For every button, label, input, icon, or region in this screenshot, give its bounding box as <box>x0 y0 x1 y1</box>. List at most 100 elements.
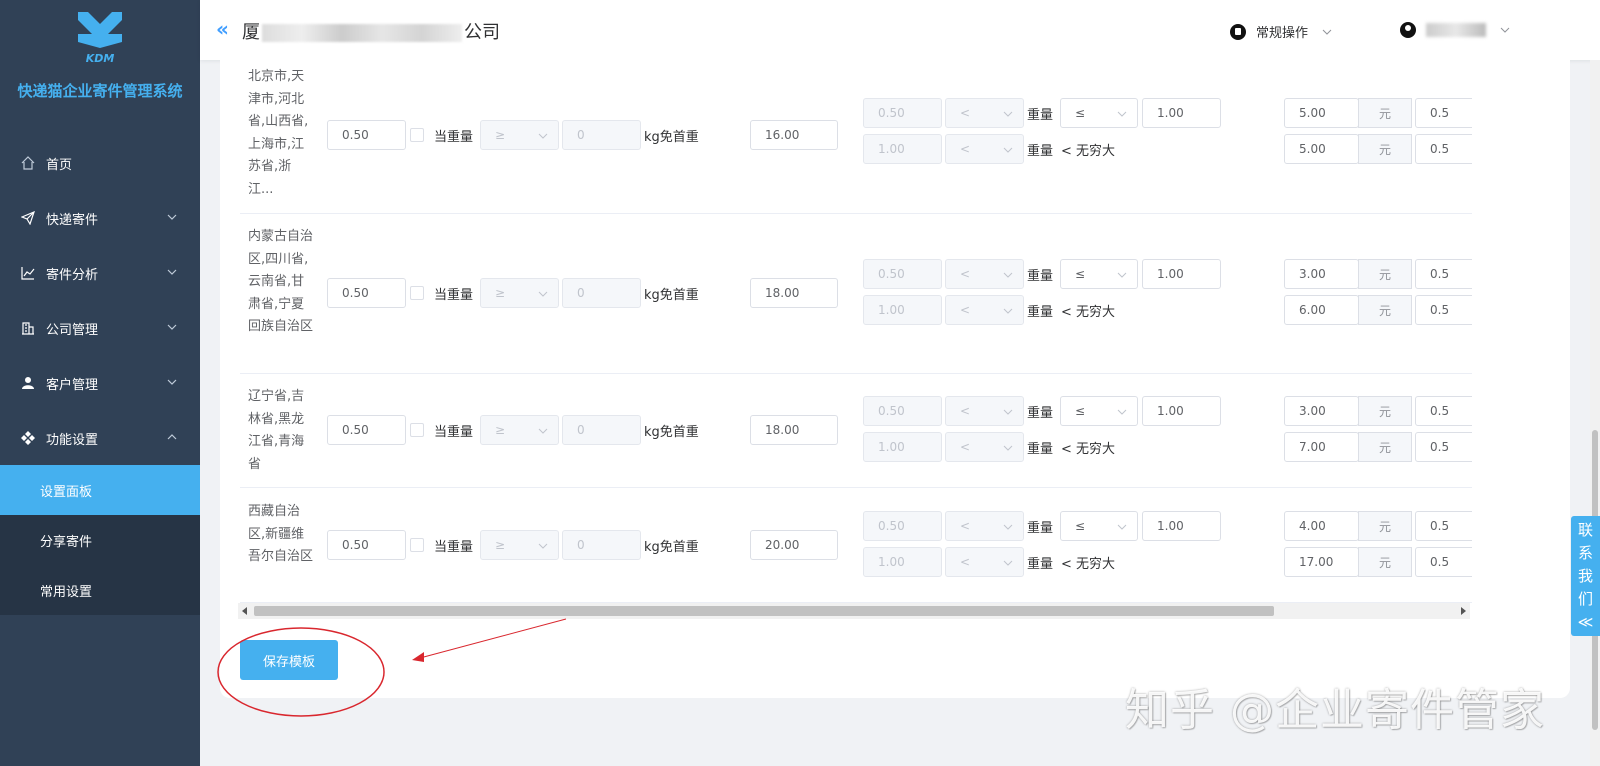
ops-menu[interactable]: 常规操作 <box>1230 22 1332 41</box>
tier-step-input[interactable]: 0.5 <box>1415 547 1472 577</box>
free-first-weight-checkbox[interactable] <box>410 128 424 142</box>
tier-price-input[interactable]: 6.00 <box>1284 295 1359 325</box>
yuan-unit: 元 <box>1358 295 1412 325</box>
yuan-unit: 元 <box>1358 511 1412 541</box>
tier-step-input[interactable]: 0.5 <box>1415 511 1472 541</box>
sidebar-item-analysis[interactable]: 寄件分析 <box>0 248 200 298</box>
chevron-down-icon <box>167 324 177 330</box>
tier-from-input[interactable]: 1.00 <box>863 432 942 462</box>
sidebar-item-home[interactable]: 首页 <box>0 138 200 188</box>
contact-collapse-icon: ≪ <box>1577 612 1594 631</box>
tier-to-input[interactable]: 1.00 <box>1142 396 1221 426</box>
region-cell: 内蒙古自治区,四川省,云南省,甘肃省,宁夏回族自治区 <box>248 229 314 335</box>
operator-select[interactable]: ≥ <box>480 530 559 560</box>
sidebar-subitem-settings-panel[interactable]: 设置面板 <box>0 465 200 515</box>
tier-from-input[interactable]: 0.50 <box>863 98 942 128</box>
free-weight-input[interactable]: 0 <box>562 278 641 308</box>
infinite-label: < 无穷大 <box>1061 442 1116 457</box>
tier-price-input[interactable]: 7.00 <box>1284 432 1359 462</box>
first-price-input[interactable]: 18.00 <box>750 278 838 308</box>
tier-compare-select[interactable]: < <box>945 134 1024 164</box>
first-weight-input[interactable]: 0.50 <box>327 415 406 445</box>
tier-op-select[interactable]: ≤ <box>1060 98 1138 128</box>
tier-from-input[interactable]: 0.50 <box>863 396 942 426</box>
tier-step-input[interactable]: 0.5 <box>1415 98 1472 128</box>
building-icon <box>20 320 36 336</box>
table-row: 内蒙古自治区,四川省,云南省,甘肃省,宁夏回族自治区 0.50 当重量 ≥0 kg免首重… <box>240 214 1472 374</box>
tier-to-input[interactable]: 1.00 <box>1142 98 1221 128</box>
first-weight-input[interactable]: 0.50 <box>327 120 406 150</box>
chevron-down-icon <box>1003 524 1013 530</box>
scroll-right-icon[interactable] <box>1461 607 1466 615</box>
kg-free-label: kg免首重 <box>644 540 699 555</box>
tier-from-input[interactable]: 1.00 <box>863 547 942 577</box>
user-icon <box>20 375 36 391</box>
tier-price-input[interactable]: 5.00 <box>1284 134 1359 164</box>
tier-op-select[interactable]: ≤ <box>1060 396 1138 426</box>
sidebar-item-express[interactable]: 快递寄件 <box>0 193 200 243</box>
main-card: 北京市,天津市,河北省,山西省,上海市,江苏省,浙江... 0.50 当重量 ≥0 kg… <box>220 60 1570 698</box>
tier-from-input[interactable]: 0.50 <box>863 259 942 289</box>
first-weight-input[interactable]: 0.50 <box>327 530 406 560</box>
horizontal-scrollbar[interactable] <box>238 603 1470 619</box>
tier-compare-select[interactable]: < <box>945 259 1024 289</box>
infinite-label: < 无穷大 <box>1061 557 1116 572</box>
sidebar-item-company[interactable]: 公司管理 <box>0 303 200 353</box>
tier-compare-select[interactable]: < <box>945 511 1024 541</box>
tier-step-input[interactable]: 0.5 <box>1415 134 1472 164</box>
tier-step-input[interactable]: 0.5 <box>1415 295 1472 325</box>
region-cell: 西藏自治区,新疆维吾尔自治区 <box>248 504 314 565</box>
tier-op-select[interactable]: ≤ <box>1060 511 1138 541</box>
first-price-input[interactable]: 16.00 <box>750 120 838 150</box>
sidebar-item-settings[interactable]: 功能设置 <box>0 413 200 463</box>
chevron-down-icon <box>1003 560 1013 566</box>
tier-compare-select[interactable]: < <box>945 295 1024 325</box>
tier-from-input[interactable]: 1.00 <box>863 295 942 325</box>
free-first-weight-checkbox[interactable] <box>410 538 424 552</box>
first-price-input[interactable]: 20.00 <box>750 530 838 560</box>
operator-select[interactable]: ≥ <box>480 278 559 308</box>
save-template-button[interactable]: 保存模板 <box>240 640 338 680</box>
free-first-weight-checkbox[interactable] <box>410 286 424 300</box>
tier-to-input[interactable]: 1.00 <box>1142 511 1221 541</box>
collapse-sidebar-icon[interactable]: « <box>216 19 229 39</box>
operator-select[interactable]: ≥ <box>480 415 559 445</box>
tier-op-select[interactable]: ≤ <box>1060 259 1138 289</box>
tier-step-input[interactable]: 0.5 <box>1415 432 1472 462</box>
tier-compare-select[interactable]: < <box>945 396 1024 426</box>
sidebar-subitem-share[interactable]: 分享寄件 <box>0 515 200 565</box>
tier-price-input[interactable]: 3.00 <box>1284 259 1359 289</box>
tier-price-input[interactable]: 3.00 <box>1284 396 1359 426</box>
first-weight-input[interactable]: 0.50 <box>327 278 406 308</box>
user-menu[interactable] <box>1400 22 1510 38</box>
tier-compare-select[interactable]: < <box>945 98 1024 128</box>
chevron-down-icon <box>167 379 177 385</box>
first-price-input[interactable]: 18.00 <box>750 415 838 445</box>
weight-label: 重量 <box>1027 108 1054 123</box>
contact-us-tab[interactable]: 联 系 我 们 ≪ <box>1571 516 1600 636</box>
tier-compare-select[interactable]: < <box>945 432 1024 462</box>
free-weight-input[interactable]: 0 <box>562 120 641 150</box>
vertical-scrollbar[interactable] <box>1590 60 1600 766</box>
tier-to-input[interactable]: 1.00 <box>1142 259 1221 289</box>
tier-step-input[interactable]: 0.5 <box>1415 259 1472 289</box>
tier-compare-select[interactable]: < <box>945 547 1024 577</box>
scrollbar-thumb[interactable] <box>254 606 1274 616</box>
chevron-down-icon <box>538 543 548 549</box>
weight-label: 重量 <box>1027 144 1054 159</box>
tier-step-input[interactable]: 0.5 <box>1415 396 1472 426</box>
free-weight-input[interactable]: 0 <box>562 530 641 560</box>
free-first-weight-checkbox[interactable] <box>410 423 424 437</box>
tier-price-input[interactable]: 4.00 <box>1284 511 1359 541</box>
free-weight-input[interactable]: 0 <box>562 415 641 445</box>
scroll-left-icon[interactable] <box>242 607 247 615</box>
tier-price-input[interactable]: 17.00 <box>1284 547 1359 577</box>
sidebar-subitem-common[interactable]: 常用设置 <box>0 565 200 615</box>
tier-price-input[interactable]: 5.00 <box>1284 98 1359 128</box>
tier-from-input[interactable]: 1.00 <box>863 134 942 164</box>
sidebar-item-customers[interactable]: 客户管理 <box>0 358 200 408</box>
chevron-down-icon <box>538 291 548 297</box>
chevron-down-icon <box>167 269 177 275</box>
operator-select[interactable]: ≥ <box>480 120 559 150</box>
tier-from-input[interactable]: 0.50 <box>863 511 942 541</box>
